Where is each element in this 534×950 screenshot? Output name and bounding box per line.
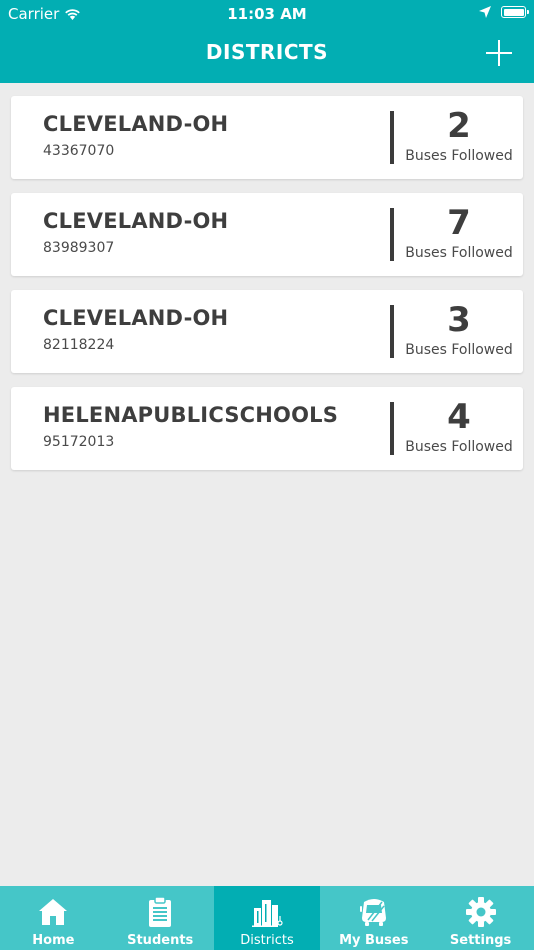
add-district-button[interactable] — [486, 40, 512, 66]
tab-my-buses[interactable]: My Buses — [320, 886, 427, 950]
buses-followed-label: Buses Followed — [405, 439, 513, 455]
nav-bar: Carrier 11:03 AM DISTRICTS — [0, 0, 534, 83]
district-card[interactable]: CLEVELAND-OH 82118224 3 Buses Followed — [11, 290, 523, 373]
district-code: 82118224 — [43, 337, 115, 353]
district-name: CLEVELAND-OH — [43, 112, 229, 136]
district-card[interactable]: CLEVELAND-OH 43367070 2 Buses Followed — [11, 96, 523, 179]
district-name: CLEVELAND-OH — [43, 306, 229, 330]
buses-followed-count: 4 — [447, 397, 471, 437]
tab-students[interactable]: Students — [107, 886, 214, 950]
district-code: 43367070 — [43, 143, 115, 159]
tab-bar: Home Students Districts My Buses Setting… — [0, 886, 534, 950]
district-card[interactable]: CLEVELAND-OH 83989307 7 Buses Followed — [11, 193, 523, 276]
buses-followed-count: 7 — [447, 203, 471, 243]
tab-settings[interactable]: Settings — [427, 886, 534, 950]
buses-followed-label: Buses Followed — [405, 342, 513, 358]
tab-label: Home — [32, 933, 75, 948]
buses-followed-label: Buses Followed — [405, 148, 513, 164]
tab-label: Districts — [240, 933, 294, 948]
tab-districts[interactable]: Districts — [213, 886, 321, 950]
bus-icon — [359, 899, 386, 926]
gear-icon — [465, 897, 496, 927]
district-code: 95172013 — [43, 434, 115, 450]
divider — [390, 111, 394, 164]
divider — [390, 208, 394, 261]
buses-followed-count: 3 — [447, 300, 471, 340]
divider — [390, 402, 394, 455]
clipboard-icon — [149, 896, 172, 927]
divider — [390, 305, 394, 358]
home-icon — [39, 899, 68, 925]
page-title: DISTRICTS — [205, 40, 329, 64]
status-bar: Carrier 11:03 AM — [0, 0, 534, 28]
district-list: CLEVELAND-OH 43367070 2 Buses Followed C… — [11, 96, 523, 484]
tab-label: Students — [127, 933, 194, 948]
status-time: 11:03 AM — [227, 5, 307, 23]
district-name: CLEVELAND-OH — [43, 209, 229, 233]
buildings-icon — [251, 900, 283, 927]
district-card[interactable]: HELENAPUBLICSCHOOLS 95172013 4 Buses Fol… — [11, 387, 523, 470]
tab-label: My Buses — [339, 933, 409, 948]
tab-home[interactable]: Home — [0, 886, 107, 950]
battery-icon — [501, 6, 529, 18]
tab-label: Settings — [449, 933, 512, 948]
buses-followed-label: Buses Followed — [405, 245, 513, 261]
buses-followed-count: 2 — [447, 106, 471, 146]
district-name: HELENAPUBLICSCHOOLS — [43, 403, 339, 427]
location-arrow-icon — [479, 6, 491, 18]
district-code: 83989307 — [43, 240, 115, 256]
status-right — [479, 6, 529, 18]
